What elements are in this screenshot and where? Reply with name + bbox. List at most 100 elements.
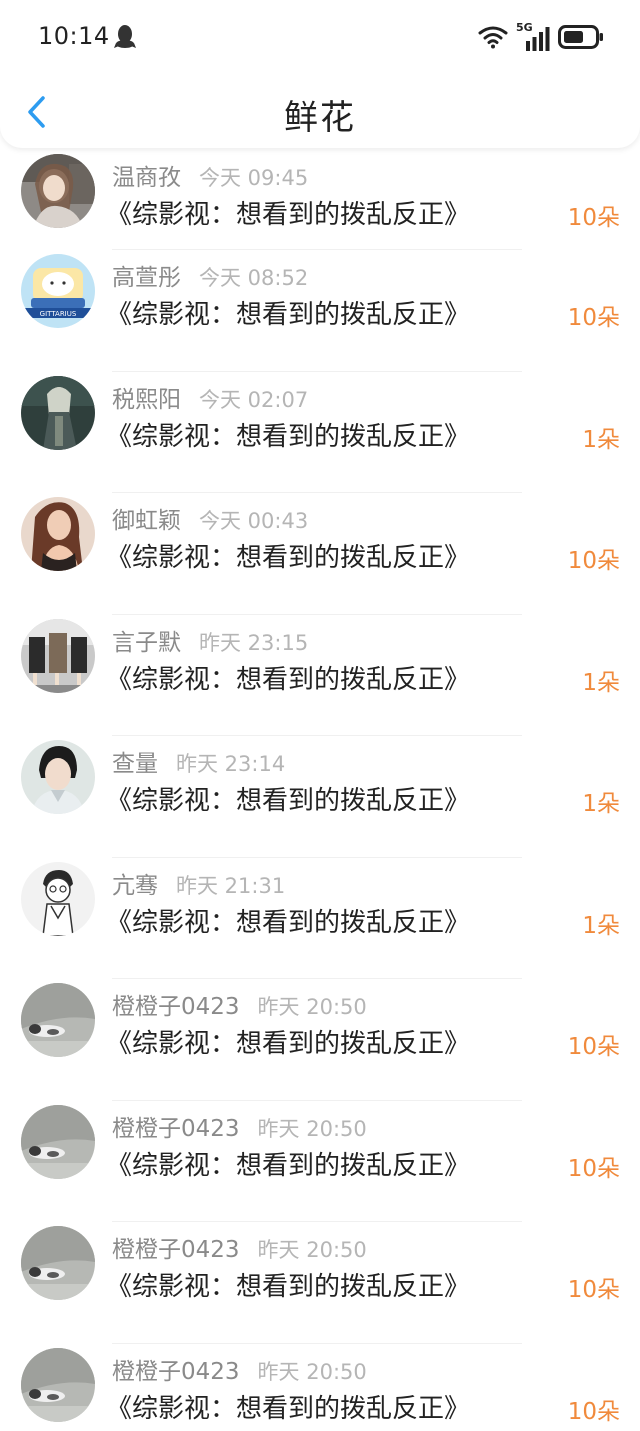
page-title: 鲜花 [284,98,356,138]
avatar[interactable] [21,740,95,814]
avatar[interactable] [21,154,95,228]
avatar-woman-photo-icon [21,497,95,571]
avatar-girl-photo-icon [21,154,95,228]
flower-count: 10朵 [567,1155,620,1182]
avatar[interactable] [21,983,95,1057]
avatar[interactable] [21,1226,95,1300]
avatar-cat-photo-icon [21,1347,95,1422]
list-item[interactable]: 温商孜 今天 09:45 《综影视：想看到的拨乱反正》 10朵 [0,150,640,250]
flower-count: 10朵 [567,1398,620,1425]
avatar-cat-photo-icon [21,1104,95,1179]
list-item[interactable]: 橙橙子0423 昨天 20:50 《综影视：想看到的拨乱反正》 10朵 [0,1222,640,1344]
status-icons: 5G [478,21,604,52]
list-item[interactable]: 言子默 昨天 23:15 《综影视：想看到的拨乱反正》 1朵 [0,615,640,737]
book-title: 《综影视：想看到的拨乱反正》 [106,1272,471,1302]
book-title: 《综影视：想看到的拨乱反正》 [106,543,471,573]
timestamp: 今天 02:07 [199,387,309,412]
user-name[interactable]: 查量 [112,744,158,778]
avatar[interactable] [21,861,95,936]
avatar[interactable] [21,1347,95,1422]
user-name[interactable]: 税熙阳 [112,380,181,414]
book-title: 《综影视：想看到的拨乱反正》 [106,1393,471,1424]
book-title: 《综影视：想看到的拨乱反正》 [106,786,471,816]
list-item[interactable]: 橙橙子0423 昨天 20:50 《综影视：想看到的拨乱反正》 10朵 [0,1344,640,1431]
svg-text:GITTARIUS: GITTARIUS [40,310,77,318]
book-title: 《综影视：想看到的拨乱反正》 [106,664,471,695]
timestamp: 昨天 20:50 [257,1359,367,1384]
flower-count: 10朵 [567,1034,620,1060]
qq-icon [114,25,136,48]
name-line: 言子默 昨天 23:15 [112,623,308,657]
timestamp: 今天 00:43 [199,509,309,533]
user-name[interactable]: 橙橙子0423 [112,1230,240,1264]
flower-count: 10朵 [567,1277,620,1303]
name-line: 查量 昨天 23:14 [112,744,285,778]
user-name[interactable]: 御虹颖 [112,501,181,535]
avatar-students-photo-icon [21,618,95,693]
name-line: 亢骞 昨天 21:31 [112,866,285,900]
user-name[interactable]: 橙橙子0423 [112,987,240,1021]
flower-count: 10朵 [567,548,620,574]
flower-count: 1朵 [582,426,620,453]
list-item[interactable]: 橙橙子0423 昨天 20:50 《综影视：想看到的拨乱反正》 10朵 [0,1101,640,1223]
flower-record-list: 温商孜 今天 09:45 《综影视：想看到的拨乱反正》 10朵 GITTARIU… [0,150,640,1431]
avatar[interactable] [21,618,95,693]
user-name[interactable]: 言子默 [112,623,181,657]
avatar[interactable] [21,375,95,450]
list-item[interactable]: 橙橙子0423 昨天 20:50 《综影视：想看到的拨乱反正》 10朵 [0,979,640,1101]
name-line: 高萱彤 今天 08:52 [112,258,308,292]
timestamp: 昨天 23:15 [199,630,309,655]
timestamp: 今天 09:45 [199,166,309,190]
list-item[interactable]: 查量 昨天 23:14 《综影视：想看到的拨乱反正》 1朵 [0,736,640,858]
flower-count: 1朵 [582,669,620,696]
name-line: 橙橙子0423 昨天 20:50 [112,1352,367,1386]
timestamp: 今天 08:52 [199,266,309,290]
status-bar: 10:14 5G [0,0,640,76]
top-bar: 10:14 5G 鲜花 [0,0,640,148]
flower-count: 1朵 [582,791,620,817]
user-name[interactable]: 温商孜 [112,158,181,192]
list-item[interactable]: 税熙阳 今天 02:07 《综影视：想看到的拨乱反正》 1朵 [0,372,640,494]
name-line: 橙橙子0423 昨天 20:50 [112,1230,367,1264]
user-name[interactable]: 橙橙子0423 [112,1109,240,1143]
name-line: 橙橙子0423 昨天 20:50 [112,987,367,1021]
book-title: 《综影视：想看到的拨乱反正》 [106,907,471,938]
book-title: 《综影视：想看到的拨乱反正》 [106,1029,471,1059]
screen: 10:14 5G 鲜花 温商孜 今天 09:45 《综影视：想看到的拨乱反正》 … [0,0,640,1431]
flower-count: 10朵 [567,205,620,231]
name-line: 温商孜 今天 09:45 [112,158,308,192]
user-name[interactable]: 亢骞 [112,866,158,900]
list-item[interactable]: GITTARIUS 高萱彤 今天 08:52 《综影视：想看到的拨乱反正》 10… [0,250,640,372]
avatar-cat-photo-icon [21,983,95,1057]
signal-bars-icon [526,27,550,51]
book-title: 《综影视：想看到的拨乱反正》 [106,200,471,230]
avatar-sketch-figure-icon [21,861,95,936]
list-item[interactable]: 御虹颖 今天 00:43 《综影视：想看到的拨乱反正》 10朵 [0,493,640,615]
timestamp: 昨天 20:50 [257,1116,367,1141]
user-name[interactable]: 高萱彤 [112,258,181,292]
book-title: 《综影视：想看到的拨乱反正》 [106,421,471,452]
timestamp: 昨天 21:31 [176,873,286,898]
cellular-signal: 5G [516,21,550,51]
timestamp: 昨天 20:50 [257,1238,367,1262]
book-title: 《综影视：想看到的拨乱反正》 [106,300,471,330]
name-line: 御虹颖 今天 00:43 [112,501,308,535]
name-line: 税熙阳 今天 02:07 [112,380,308,414]
timestamp: 昨天 20:50 [257,995,367,1019]
flower-count: 1朵 [582,912,620,939]
avatar[interactable] [21,497,95,571]
timestamp: 昨天 23:14 [176,752,286,776]
avatar[interactable] [21,1104,95,1179]
nav-header: 鲜花 [0,76,640,148]
name-line: 橙橙子0423 昨天 20:50 [112,1109,367,1143]
avatar-man-costume-icon [21,740,95,814]
book-title: 《综影视：想看到的拨乱反正》 [106,1150,471,1181]
list-item[interactable]: 亢骞 昨天 21:31 《综影视：想看到的拨乱反正》 1朵 [0,858,640,980]
flower-count: 10朵 [567,305,620,331]
user-name[interactable]: 橙橙子0423 [112,1352,240,1386]
avatar[interactable]: GITTARIUS [21,254,95,328]
wifi-icon [478,26,508,49]
avatar-cat-photo-icon [21,1226,95,1300]
status-time: 10:14 [38,22,110,50]
battery-icon [558,25,603,49]
